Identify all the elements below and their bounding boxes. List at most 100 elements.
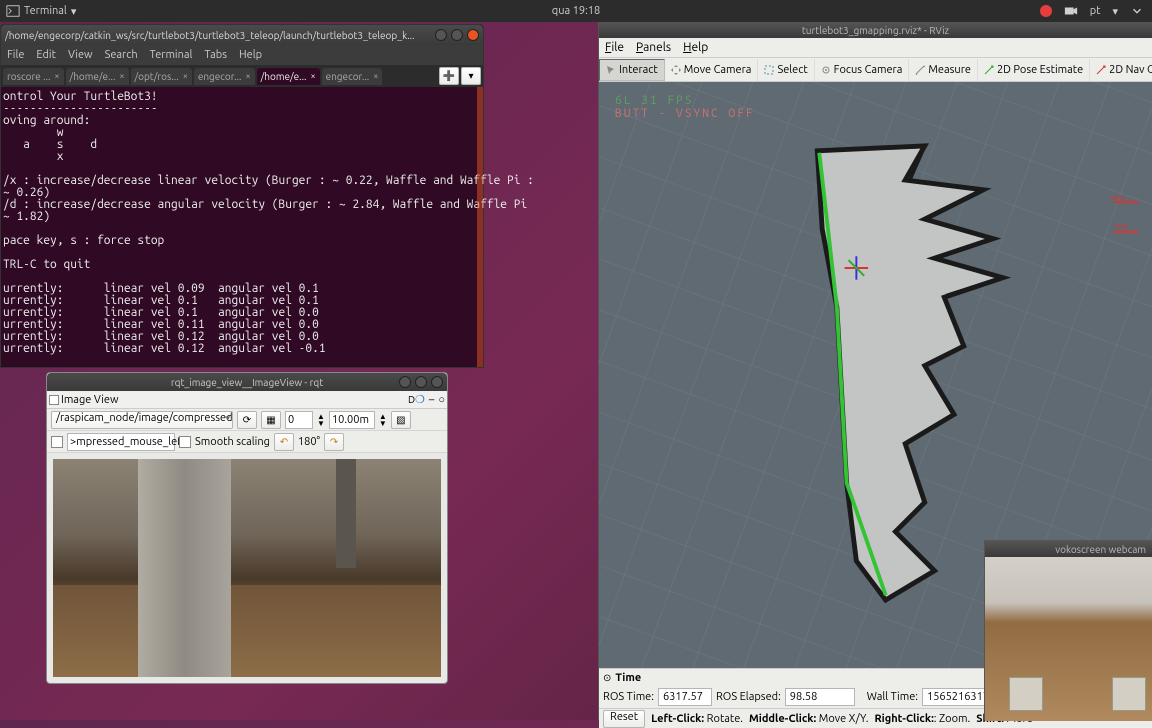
tool-2d-pose[interactable]: 2D Pose Estimate [978, 59, 1090, 81]
terminal-tab[interactable]: engecor...× [322, 68, 383, 85]
scene-box [1009, 677, 1043, 711]
menu-tabs[interactable]: Tabs [204, 49, 227, 61]
app-menu-label[interactable]: Terminal [24, 5, 67, 17]
ros-elapsed-value[interactable]: 98.58 [785, 688, 855, 706]
menu-edit[interactable]: Edit [36, 49, 56, 61]
options-row: >mpressed_mouse_left Smooth scaling ↶ 18… [47, 431, 447, 453]
scene-box [1112, 677, 1146, 711]
gridlines-input[interactable]: 0 [285, 411, 313, 429]
smooth-scaling-checkbox[interactable] [179, 436, 191, 448]
reset-button[interactable]: Reset [603, 710, 645, 728]
maximize-button[interactable] [415, 376, 427, 388]
system-menu-icon[interactable] [1130, 4, 1144, 18]
fps-overlay: 6L 31 FPS [615, 94, 755, 107]
menu-search[interactable]: Search [105, 49, 138, 61]
menu-panels[interactable]: Panels [636, 41, 671, 54]
tab-menu-button[interactable]: ▾ [461, 67, 481, 85]
maximize-button[interactable] [451, 29, 463, 41]
clock[interactable]: qua 19:18 [552, 5, 600, 17]
ros-time-value[interactable]: 6317.57 [658, 688, 712, 706]
max-range-input[interactable]: 10.00m [329, 411, 375, 429]
record-indicator-icon[interactable] [1040, 5, 1052, 17]
save-image-button[interactable]: ▦ [261, 411, 281, 429]
settings-icon[interactable]: D [408, 394, 415, 405]
tab-close-icon[interactable]: × [54, 71, 59, 81]
rqt-header-label: Image View [61, 394, 119, 406]
top-panel: Terminal ▾ qua 19:18 pt▾ [0, 0, 1152, 22]
menu-help[interactable]: Help [239, 49, 262, 61]
menu-terminal[interactable]: Terminal [150, 49, 193, 61]
keyboard-layout[interactable]: pt [1090, 5, 1101, 17]
tab-close-icon[interactable]: × [311, 71, 316, 81]
svg-text:odm: odm [1110, 194, 1124, 202]
menu-file[interactable]: File [7, 49, 24, 61]
tool-move-camera[interactable]: Move Camera [665, 59, 759, 81]
spin-arrows-icon[interactable]: ▲▼ [379, 413, 387, 427]
tool-interact[interactable]: Interact [599, 59, 665, 81]
time-label: Time [615, 672, 641, 684]
wall-time-label: Wall Time: [867, 691, 918, 703]
rviz-menubar: File Panels Help [599, 38, 1152, 58]
spin-arrows-icon[interactable]: ▲▼ [317, 413, 325, 427]
new-tab-button[interactable]: ➕ [439, 67, 459, 85]
close-button[interactable] [467, 29, 479, 41]
tab-close-icon[interactable]: × [373, 71, 378, 81]
mouse-pub-checkbox[interactable] [51, 436, 63, 448]
terminal-tab[interactable]: /home/e...× [257, 68, 320, 85]
tab-close-icon[interactable]: × [119, 71, 124, 81]
webcam-title: vokoscreen webcam [985, 541, 1152, 557]
tab-close-icon[interactable]: × [246, 71, 251, 81]
webcam-window[interactable]: vokoscreen webcam [984, 540, 1152, 720]
camera-icon[interactable] [1064, 4, 1078, 18]
app-menu-arrow[interactable]: ▾ [71, 5, 77, 18]
topic-selector[interactable]: /raspicam_node/image/compressed [51, 411, 233, 429]
close-pane-icon[interactable]: ○ [438, 394, 445, 406]
smooth-scaling-label: Smooth scaling [195, 436, 270, 448]
tool-measure[interactable]: Measure [909, 59, 978, 81]
camera-image [53, 459, 441, 677]
terminal-menubar: File Edit View Search Terminal Tabs Help [1, 45, 483, 65]
help-icon[interactable]: ❍ [415, 393, 425, 406]
tab-close-icon[interactable]: × [183, 71, 188, 81]
color-button[interactable]: ▨ [391, 411, 411, 429]
ros-elapsed-label: ROS Elapsed: [716, 691, 781, 703]
minimize-button[interactable] [435, 29, 447, 41]
rviz-titlebar[interactable]: turtlebot3_gmapping.rviz* - RViz [599, 22, 1152, 38]
menu-help[interactable]: Help [683, 41, 708, 54]
topic-row: /raspicam_node/image/compressed ⟳ ▦ 0 ▲▼… [47, 409, 447, 431]
webcam-feed [985, 557, 1152, 721]
terminal-window: /home/engecorp/catkin_ws/src/turtlebot3/… [0, 24, 484, 368]
tool-2d-nav[interactable]: 2D Nav Goal [1090, 59, 1152, 81]
menu-file[interactable]: File [605, 41, 624, 54]
terminal-output[interactable]: ontrol Your TurtleBot3! ----------------… [1, 87, 483, 367]
terminal-tab[interactable]: roscore ...× [3, 68, 64, 85]
terminal-titlebar[interactable]: /home/engecorp/catkin_ws/src/turtlebot3/… [1, 25, 483, 45]
vsync-overlay: BUTT - VSYNC OFF [615, 107, 755, 120]
terminal-tabs: roscore ...× /home/e...× /opt/ros...× en… [1, 65, 483, 87]
terminal-tab[interactable]: engecor...× [194, 68, 255, 85]
close-button[interactable] [431, 376, 443, 388]
rqt-window: rqt_image_view__ImageView - rqt Image Vi… [46, 372, 448, 684]
terminal-icon [6, 4, 20, 18]
axes-gizmo-icon: odm map [1108, 192, 1144, 242]
ros-time-label: ROS Time: [603, 691, 654, 703]
terminal-tab[interactable]: /opt/ros...× [131, 68, 192, 85]
mouse-topic-input[interactable]: >mpressed_mouse_left [67, 433, 175, 451]
terminal-title: /home/engecorp/catkin_ws/src/turtlebot3/… [5, 30, 435, 41]
minimize-button[interactable] [399, 376, 411, 388]
expand-icon[interactable]: ⊙ [603, 672, 611, 684]
rqt-titlebar[interactable]: rqt_image_view__ImageView - rqt [47, 373, 447, 391]
tool-focus-camera[interactable]: Focus Camera [815, 59, 910, 81]
refresh-button[interactable]: ⟳ [237, 411, 257, 429]
rotate-right-button[interactable]: ↷ [324, 433, 344, 451]
minimize-pane-icon[interactable]: – [429, 394, 434, 406]
menu-view[interactable]: View [68, 49, 93, 61]
tool-select[interactable]: Select [758, 59, 814, 81]
rqt-header: Image View D ❍ – ○ [47, 391, 447, 409]
terminal-tab[interactable]: /home/e...× [66, 68, 129, 85]
scrollbar[interactable] [477, 87, 483, 367]
rotate-value: 180° [298, 436, 320, 448]
rotate-left-button[interactable]: ↶ [274, 433, 294, 451]
rqt-title: rqt_image_view__ImageView - rqt [171, 377, 323, 388]
dock-checkbox[interactable] [49, 395, 59, 405]
